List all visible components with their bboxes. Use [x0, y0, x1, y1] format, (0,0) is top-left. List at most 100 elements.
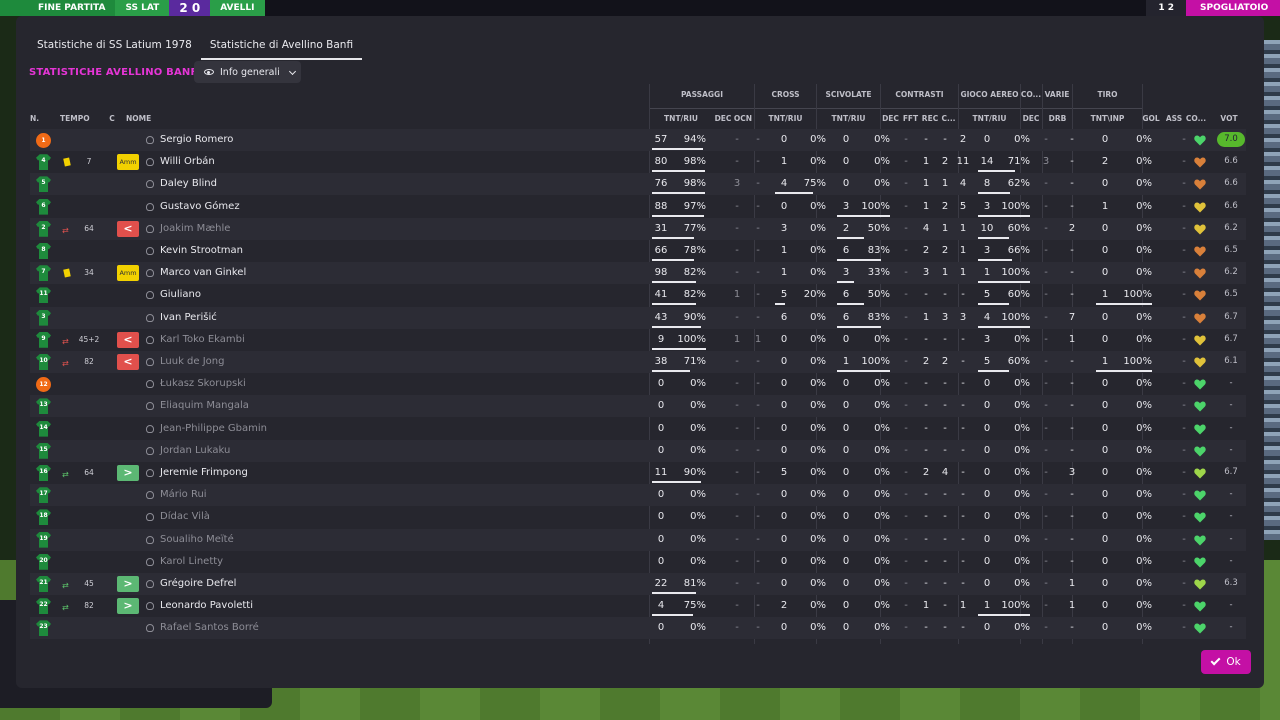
- player-name[interactable]: Karl Toko Ekambi: [160, 329, 245, 351]
- col-header-name[interactable]: NOME: [126, 114, 166, 123]
- player-name[interactable]: Sergio Romero: [160, 129, 233, 151]
- table-row[interactable]: 9 ⇄ 45+2 < Karl Toko Ekambi 9 100% 1 1 0 0% 0 0% - - - -…: [30, 329, 1246, 351]
- table-row[interactable]: 4 7 Amm Willi Orbán 80 98% - -1 0% 0 0% -1 2 11 14 71% 3…: [30, 151, 1246, 173]
- col-header-pass-chances[interactable]: OCN: [732, 114, 754, 123]
- assists: -: [1182, 533, 1186, 545]
- player-name[interactable]: Kevin Strootman: [160, 240, 243, 262]
- player-name[interactable]: Leonardo Pavoletti: [160, 595, 253, 617]
- table-row[interactable]: 23 Rafael Santos Borré 0 0% - - 0 0% 0 0% - - - - 0 0% -…: [30, 617, 1246, 640]
- col-header-number[interactable]: N.: [30, 114, 44, 123]
- col-header-contrasti-fft[interactable]: FFT: [901, 114, 920, 123]
- player-name[interactable]: Łukasz Skorupski: [160, 373, 246, 395]
- player-name[interactable]: Willi Orbán: [160, 151, 215, 173]
- table-row[interactable]: 19 Soualiho Meïté 0 0% - - 0 0% 0 0% - - - - 0 0% - - 0 0% -…: [30, 528, 1246, 551]
- col-header-vote[interactable]: VOT: [1215, 114, 1243, 123]
- match-vote: 6.5: [1224, 289, 1238, 300]
- dressing-room-button[interactable]: SPOGLIATOIO: [1186, 0, 1280, 16]
- col-header-pass-attempts[interactable]: TNT/RIU: [650, 114, 712, 123]
- view-dropdown[interactable]: Info generali: [194, 61, 301, 83]
- player-name[interactable]: Grégoire Defrel: [160, 573, 236, 595]
- table-row[interactable]: 7 34 Amm Marco van Ginkel 98 82% - -1 0% 3 33% -3 1 1…: [30, 262, 1246, 285]
- player-icon: [146, 402, 154, 411]
- contrasti-fft: -: [924, 622, 928, 634]
- table-row[interactable]: 14 Jean-Philippe Gbamin 0 0% - - 0 0% 0 0% - - - - 0 0%…: [30, 418, 1246, 440]
- table-row[interactable]: 18 Dídac Vilà 0 0% - - 0 0% 0 0% - - - - 0 0% - - 0 0% - -: [30, 506, 1246, 528]
- player-name[interactable]: Joakim Mæhle: [160, 218, 230, 240]
- table-row[interactable]: 8 Kevin Strootman 66 78% - -1 0% 6 83% -2 2 1 3 66% - -…: [30, 240, 1246, 262]
- table-row[interactable]: 1 Sergio Romero 57 94% - -0 0% 0 0% - - -2 0 0% - -0 0% -…: [30, 129, 1246, 151]
- contrasti-rec: -: [943, 600, 947, 612]
- col-header-tackle-attempts[interactable]: TNT/RIU: [817, 114, 880, 123]
- event-minute: [77, 307, 101, 329]
- passes-attempts: 0: [657, 378, 665, 390]
- col-header-time[interactable]: TEMPO: [60, 114, 96, 123]
- player-name[interactable]: Rafael Santos Borré: [160, 617, 259, 639]
- player-name[interactable]: Dídac Vilà: [160, 506, 210, 528]
- pass-chances: -: [756, 245, 760, 256]
- col-header-contrasti-rec[interactable]: REC: [920, 114, 940, 123]
- player-name[interactable]: Soualiho Meïté: [160, 529, 234, 551]
- player-name[interactable]: Karol Linetty: [160, 551, 223, 573]
- table-row[interactable]: 15 Jordan Lukaku 0 0% - - 0 0% 0 0% - - - - 0 0% - - 0 0% - -: [30, 439, 1246, 462]
- group-header-scivolate: SCIVOLATE: [825, 90, 872, 99]
- table-row[interactable]: 20 Karol Linetty 0 0% - - 0 0% 0 0% - - - - 0 0% - - 0 0% - -: [30, 551, 1246, 573]
- tackles-attempts: 0: [842, 400, 850, 412]
- ok-button[interactable]: Ok: [1201, 650, 1251, 674]
- col-header-contrasti-c[interactable]: C...: [939, 114, 958, 123]
- player-icon: [146, 269, 154, 278]
- player-name[interactable]: Jean-Philippe Gbamin: [160, 418, 267, 440]
- player-stats-dialog: Statistiche di SS Latium 1978 Statistich…: [16, 16, 1264, 688]
- shots-attempts: 0: [1101, 178, 1109, 190]
- col-header-card[interactable]: C: [104, 114, 120, 123]
- player-name[interactable]: Ivan Perišić: [160, 307, 217, 329]
- table-row[interactable]: 21 ⇄ 45 > Grégoire Defrel 22 81% - -0 0% 0 0% - - - -0 0…: [30, 573, 1246, 595]
- table-row[interactable]: 2 ⇄ 64 < Joakim Mæhle 31 77% - -3 0% 2 50% -4 1 1 10 60%…: [30, 217, 1246, 240]
- crosses-percent: 0%: [810, 422, 826, 434]
- player-name[interactable]: Jeremie Frimpong: [160, 462, 248, 484]
- table-row[interactable]: 5 Daley Blind 76 98% 3-4 75% 0 0% -1 1 4 8 62% - -0 0% -…: [30, 173, 1246, 196]
- col-header-goals[interactable]: GOL: [1140, 114, 1162, 123]
- table-row[interactable]: 11 Giuliano 41 82% 1-5 20% 6 50% - - - -5 60% - -1 100%…: [30, 284, 1246, 306]
- match-vote: 6.7: [1224, 311, 1238, 322]
- shots-attempts: 0: [1101, 378, 1109, 390]
- tab-away-team-stats[interactable]: Statistiche di Avellino Banfi: [200, 16, 363, 60]
- table-row[interactable]: 17 Mário Rui 0 0% - - 0 0% 0 0% - - - - 0 0% - - 0 0% - -: [30, 484, 1246, 507]
- col-header-co-dec[interactable]: DEC: [1020, 114, 1042, 123]
- col-header-condition[interactable]: CO...: [1185, 114, 1207, 123]
- aerials-success-bar: [978, 192, 1010, 195]
- player-name[interactable]: Luuk de Jong: [160, 351, 224, 373]
- pass-chances: -: [756, 489, 760, 501]
- col-header-shots[interactable]: TNT\INP: [1073, 114, 1142, 123]
- contrasti-fft: 2: [922, 356, 930, 367]
- col-header-cross-attempts[interactable]: TNT/RIU: [755, 114, 816, 123]
- player-name[interactable]: Jordan Lukaku: [160, 440, 230, 462]
- table-row[interactable]: 6 Gustavo Gómez 88 97% - -0 0% 3 100% -1 2 5 3 100% - -…: [30, 196, 1246, 218]
- col-header-dribbles[interactable]: DRB: [1043, 114, 1072, 123]
- player-name[interactable]: Marco van Ginkel: [160, 262, 246, 284]
- table-row[interactable]: 13 Eliaquim Mangala 0 0% - - 0 0% 0 0% - - - - 0 0% - - 0 0…: [30, 395, 1246, 418]
- player-icon: [146, 602, 154, 611]
- table-row[interactable]: 3 Ivan Perišić 43 90% - -6 0% 6 83% -1 3 3 4 100% -7 0 0…: [30, 306, 1246, 329]
- crosses-attempts: 6: [780, 311, 788, 323]
- table-row[interactable]: 12 Łukasz Skorupski 0 0% - - 0 0% 0 0% - - - - 0 0% - - 0 0…: [30, 373, 1246, 395]
- col-header-pass-decisive[interactable]: DEC: [712, 114, 734, 123]
- table-row[interactable]: 16 ⇄ 64 > Jeremie Frimpong 11 90% - -5 0% 0 0% -2 4-0…: [30, 462, 1246, 484]
- shots-attempts: 0: [1101, 489, 1109, 501]
- table-row[interactable]: 10 ⇄ 82 < Luuk de Jong 38 71% - -0 0% 1 100% -2 2-5 60…: [30, 351, 1246, 373]
- col-header-contrasti-dec[interactable]: DEC: [881, 114, 900, 123]
- tab-home-team-stats[interactable]: Statistiche di SS Latium 1978: [28, 16, 201, 60]
- col-header-assists[interactable]: ASS: [1163, 114, 1185, 123]
- player-name[interactable]: Eliaquim Mangala: [160, 395, 249, 417]
- dribbles: 2: [1068, 222, 1076, 234]
- player-name[interactable]: Gustavo Gómez: [160, 196, 240, 218]
- player-name[interactable]: Giuliano: [160, 284, 201, 306]
- col-header-aerial-attempts[interactable]: TNT/RIU: [959, 114, 1020, 123]
- player-name[interactable]: Daley Blind: [160, 173, 217, 195]
- player-icon: [146, 358, 154, 366]
- table-row[interactable]: 22 ⇄ 82 > Leonardo Pavoletti 4 75% - -2 0% 0 0% -1-1…: [30, 595, 1246, 617]
- player-name[interactable]: Mário Rui: [160, 484, 207, 506]
- pass-chances: -: [756, 511, 760, 523]
- aerials-percent: 0%: [1014, 134, 1030, 145]
- aerials-percent: 0%: [1014, 555, 1030, 567]
- shots-attempts: 0: [1101, 578, 1109, 589]
